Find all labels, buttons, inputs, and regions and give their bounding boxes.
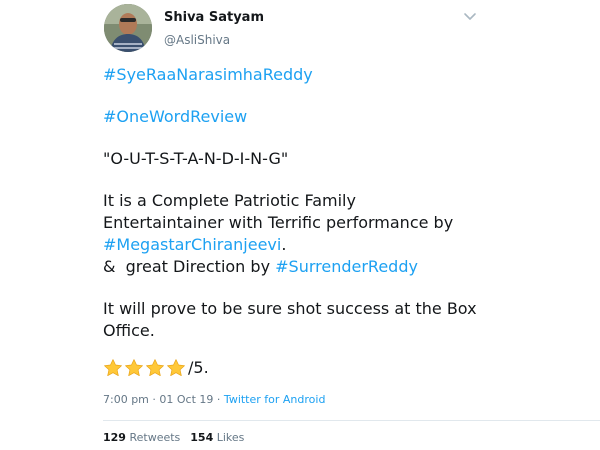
tweet-card: Shiva Satyam @AsliShiva #SyeRaaNarasimha… [0,0,600,450]
tweet-stats: 129 Retweets 154 Likes [103,431,244,444]
hashtag-link[interactable]: #SyeRaaNarasimhaReddy [103,65,313,84]
star-icon [167,359,185,376]
user-handle[interactable]: @AsliShiva [164,33,230,47]
star-icon [146,359,164,376]
chevron-down-icon[interactable] [462,8,478,24]
hashtag-link[interactable]: #SurrenderReddy [275,257,418,276]
rating: /5. [103,356,523,380]
body-line: Entertaintainer with Terrific performanc… [103,213,454,232]
avatar[interactable] [104,4,152,52]
body-line: Office. [103,321,155,340]
star-icon [104,359,122,376]
hashtag-link[interactable]: #MegastarChiranjeevi [103,235,281,254]
tweet-meta: 7:00 pm · 01 Oct 19 · Twitter for Androi… [103,393,325,406]
body-text: & great Direction by [103,257,276,276]
body-line: It will prove to be sure shot success at… [103,299,477,318]
display-name[interactable]: Shiva Satyam [164,10,264,25]
tweet-text: #SyeRaaNarasimhaReddy #OneWordReview "O-… [103,64,523,380]
meta-separator: · [213,393,224,406]
likes-count: 154 [190,431,214,444]
retweets-stat[interactable]: 129 Retweets [103,431,180,444]
star-icon [125,359,143,376]
retweets-label: Retweets [129,431,181,444]
likes-stat[interactable]: 154 Likes [190,431,244,444]
headline-text: "O-U-T-S-T-A-N-D-I-N-G" [103,149,289,168]
rating-suffix: /5. [188,358,209,377]
tweet-date[interactable]: 01 Oct 19 [159,393,213,406]
profile-photo-icon [104,4,152,52]
likes-label: Likes [216,431,245,444]
divider [103,420,600,421]
tweet-source-link[interactable]: Twitter for Android [224,393,326,406]
meta-separator: · [148,393,160,406]
retweets-count: 129 [103,431,126,444]
body-line: It is a Complete Patriotic Family [103,191,356,210]
tweet-time[interactable]: 7:00 pm [103,393,149,406]
body-text: . [281,235,287,254]
hashtag-link[interactable]: #OneWordReview [103,107,247,126]
star-rating [103,358,187,378]
